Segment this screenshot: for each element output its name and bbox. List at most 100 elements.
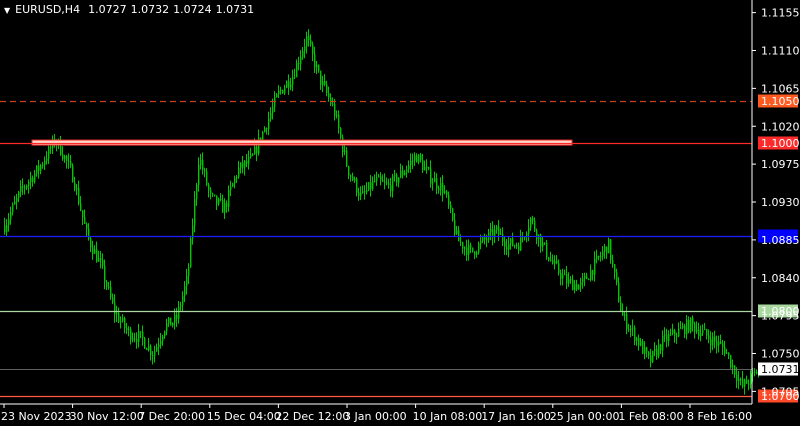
candle-body [132, 338, 134, 340]
candle-body [360, 192, 362, 196]
candle-body [96, 249, 98, 262]
candle-body [220, 198, 222, 200]
candle-body [500, 233, 502, 235]
candle-body [134, 338, 136, 340]
candle-body [358, 192, 360, 196]
candle-body [180, 305, 182, 307]
candle-body [370, 182, 372, 189]
candle-body [610, 239, 612, 261]
y-tick-label: 1.1065 [761, 82, 800, 95]
candle-body [328, 92, 330, 98]
candle-body [544, 242, 546, 244]
candle-body [376, 177, 378, 182]
candle-body [268, 118, 270, 130]
candle-body [626, 314, 628, 329]
candle-body [562, 274, 564, 279]
candle-body [390, 185, 392, 192]
candle-body [618, 282, 620, 302]
candle-body [644, 347, 646, 354]
price-level-label: 1.1000 [761, 137, 800, 150]
candle-body [672, 329, 674, 334]
candle-body [106, 281, 108, 287]
candle-body [388, 183, 390, 186]
price-level-label: 1.0731 [761, 363, 800, 376]
candle-body [586, 275, 588, 280]
candle-body [166, 323, 168, 332]
y-tick-label: 1.0885 [761, 234, 800, 247]
candle-body [102, 259, 104, 266]
candle-body [596, 256, 598, 259]
candle-body [612, 260, 614, 265]
candle-body [566, 274, 568, 284]
candle-body [638, 337, 640, 346]
candle-body [212, 193, 214, 195]
candle-body [44, 160, 46, 165]
candle-body [322, 80, 324, 86]
candle-body [148, 345, 150, 350]
candle-body [608, 239, 610, 254]
price-chart[interactable]: 1.10501.10001.08001.07311.0700 1.11551.1… [0, 0, 800, 426]
candle-body [718, 341, 720, 346]
candle-body [202, 159, 204, 170]
candle-body [160, 340, 162, 345]
candle-body [50, 146, 52, 149]
candle-body [424, 166, 426, 171]
candle-body [242, 162, 244, 168]
candle-body [402, 170, 404, 176]
candle-body [444, 191, 446, 194]
candle-body [354, 178, 356, 181]
candle-body [314, 53, 316, 68]
candle-body [584, 275, 586, 279]
candle-body [280, 90, 282, 92]
candle-body [266, 128, 268, 130]
candle-body [730, 355, 732, 368]
candle-body [740, 378, 742, 380]
candle-body [238, 167, 240, 177]
candle-body [82, 210, 84, 218]
x-tick-label: 23 Nov 2023 [1, 410, 71, 423]
candle-body [532, 218, 534, 221]
candle-body [732, 365, 734, 368]
candle-body [126, 327, 128, 330]
candle-body [366, 190, 368, 193]
candle-body [630, 328, 632, 330]
candle-body [340, 128, 342, 138]
candle-body [40, 165, 42, 171]
candle-body [684, 325, 686, 335]
candle-body [80, 203, 82, 211]
y-tick-label: 1.1155 [761, 7, 800, 20]
candle-body [128, 329, 130, 331]
candle-body [530, 218, 532, 228]
candle-body [252, 154, 254, 156]
candle-body [334, 103, 336, 116]
x-tick-label: 25 Jan 00:00 [550, 410, 620, 423]
candle-body [196, 184, 198, 200]
candle-body [446, 191, 448, 196]
candle-body [704, 329, 706, 331]
candle-body [406, 169, 408, 173]
candle-body [660, 344, 662, 351]
candle-body [222, 199, 224, 213]
candle-body [308, 35, 310, 41]
candle-body [498, 226, 500, 235]
candle-body [236, 176, 238, 178]
candle-body [690, 317, 692, 332]
candle-body [650, 355, 652, 362]
y-tick-label: 1.0795 [761, 310, 800, 323]
candle-body [300, 57, 302, 64]
candle-body [290, 84, 292, 88]
candle-body [392, 176, 394, 192]
candle-body [350, 175, 352, 177]
candle-body [244, 160, 246, 168]
candle-body [228, 189, 230, 207]
candle-body [26, 185, 28, 188]
candle-body [736, 374, 738, 382]
candle-body [306, 35, 308, 47]
candle-body [656, 349, 658, 357]
candle-body [722, 343, 724, 348]
candle-body [240, 162, 242, 168]
candle-body [458, 230, 460, 242]
candle-body [156, 346, 158, 352]
candle-body [648, 352, 650, 356]
candle-body [462, 242, 464, 249]
